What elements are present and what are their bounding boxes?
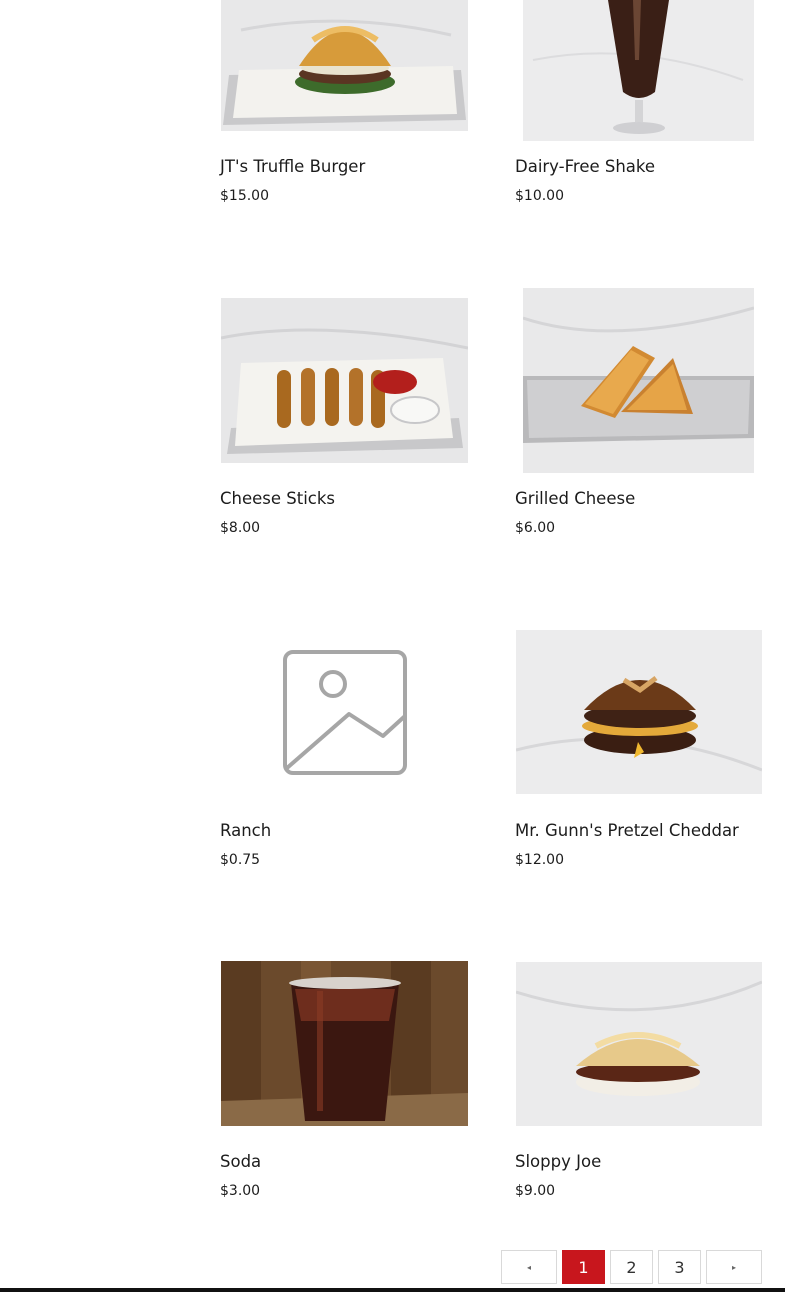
product-title[interactable]: Cheese Sticks bbox=[220, 489, 335, 509]
product-price: $12.00 bbox=[515, 852, 564, 868]
product-price: $10.00 bbox=[515, 188, 564, 204]
product-title[interactable]: Sloppy Joe bbox=[515, 1152, 601, 1172]
product-card[interactable]: Cheese Sticks $8.00 bbox=[220, 288, 470, 548]
product-image[interactable] bbox=[516, 630, 762, 794]
footer-edge bbox=[0, 1288, 785, 1292]
pretzel-burger-image bbox=[516, 630, 762, 794]
product-title[interactable]: Soda bbox=[220, 1152, 261, 1172]
pagination: ◂ 1 2 3 ▸ bbox=[501, 1250, 762, 1284]
product-card[interactable]: Ranch $0.75 bbox=[220, 630, 470, 880]
prev-page-button[interactable]: ◂ bbox=[501, 1250, 557, 1284]
product-image[interactable] bbox=[221, 298, 468, 463]
product-price: $3.00 bbox=[220, 1183, 261, 1199]
product-card[interactable]: JT's Truffle Burger $15.00 bbox=[220, 0, 470, 210]
product-image[interactable] bbox=[221, 961, 468, 1126]
product-price: $15.00 bbox=[220, 188, 269, 204]
product-title[interactable]: Mr. Gunn's Pretzel Cheddar bbox=[515, 821, 739, 841]
product-image[interactable] bbox=[516, 962, 762, 1126]
product-price: $0.75 bbox=[220, 852, 261, 868]
soda-image bbox=[221, 961, 468, 1126]
product-title[interactable]: Ranch bbox=[220, 821, 271, 841]
product-image[interactable] bbox=[523, 288, 754, 473]
shake-image bbox=[523, 0, 754, 141]
cheese-sticks-image bbox=[221, 298, 468, 463]
page-1-button[interactable]: 1 bbox=[562, 1250, 605, 1284]
product-card[interactable]: Mr. Gunn's Pretzel Cheddar $12.00 bbox=[515, 630, 765, 880]
product-card[interactable]: Soda $3.00 bbox=[220, 961, 470, 1211]
product-image[interactable] bbox=[523, 0, 754, 141]
product-title[interactable]: Grilled Cheese bbox=[515, 489, 635, 509]
product-grid: JT's Truffle Burger $15.00 Dairy-Free Sh… bbox=[0, 0, 785, 1292]
image-placeholder-icon bbox=[283, 650, 407, 775]
page-2-button[interactable]: 2 bbox=[610, 1250, 653, 1284]
product-price: $9.00 bbox=[515, 1183, 556, 1199]
product-title[interactable]: JT's Truffle Burger bbox=[220, 157, 365, 177]
grilled-cheese-image bbox=[523, 288, 754, 473]
sloppy-joe-image bbox=[516, 962, 762, 1126]
product-card[interactable]: Grilled Cheese $6.00 bbox=[515, 288, 765, 548]
product-card[interactable]: Sloppy Joe $9.00 bbox=[515, 961, 765, 1211]
page-3-button[interactable]: 3 bbox=[658, 1250, 701, 1284]
next-page-button[interactable]: ▸ bbox=[706, 1250, 762, 1284]
product-title[interactable]: Dairy-Free Shake bbox=[515, 157, 655, 177]
product-card[interactable]: Dairy-Free Shake $10.00 bbox=[515, 0, 765, 210]
truffle-burger-image bbox=[221, 0, 468, 131]
product-price: $6.00 bbox=[515, 520, 556, 536]
product-image[interactable] bbox=[221, 0, 468, 131]
product-price: $8.00 bbox=[220, 520, 261, 536]
product-image[interactable] bbox=[283, 650, 407, 775]
